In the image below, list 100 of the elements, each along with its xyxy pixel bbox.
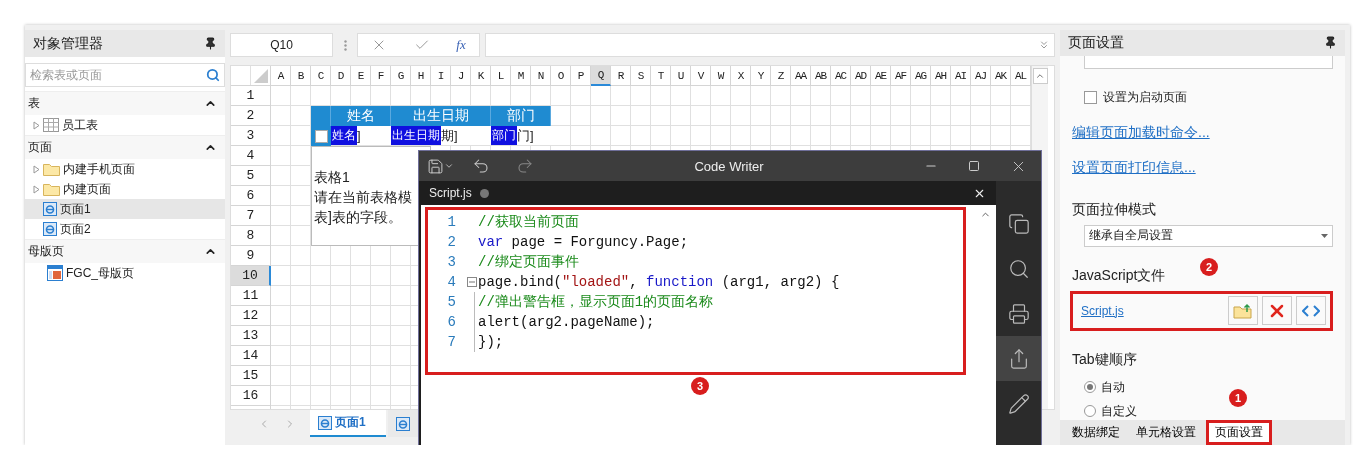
- header-cell: 出生日期: [391, 106, 491, 126]
- file-link[interactable]: Script.js: [1081, 303, 1224, 318]
- row-header[interactable]: 2: [231, 106, 271, 126]
- row-header[interactable]: 7: [231, 206, 271, 226]
- column-header[interactable]: AJ: [971, 66, 991, 86]
- panel-tab[interactable]: 数据绑定: [1066, 419, 1126, 445]
- note-text: 表格1: [314, 168, 351, 187]
- line-number: 1: [446, 214, 456, 230]
- section-title: 页面: [28, 139, 52, 156]
- callout-badge: 1: [1229, 389, 1247, 407]
- column-header[interactable]: Z: [771, 66, 791, 86]
- row-header[interactable]: 12: [231, 306, 271, 326]
- row-header[interactable]: 8: [231, 226, 271, 246]
- row-header[interactable]: 1: [231, 86, 271, 106]
- column-header[interactable]: AL: [1011, 66, 1031, 86]
- code-line: //绑定页面事件: [478, 253, 579, 271]
- column-header[interactable]: S: [631, 66, 651, 86]
- column-header[interactable]: B: [291, 66, 311, 86]
- cell-text: 门]: [517, 126, 534, 145]
- column-header[interactable]: AA: [791, 66, 811, 86]
- link[interactable]: 编辑页面加载时命令...: [1072, 123, 1333, 142]
- column-header[interactable]: L: [491, 66, 511, 86]
- line-number: 3: [446, 254, 456, 270]
- column-header[interactable]: R: [611, 66, 631, 86]
- column-header[interactable]: AE: [871, 66, 891, 86]
- column-header[interactable]: AG: [911, 66, 931, 86]
- column-header[interactable]: A: [271, 66, 291, 86]
- row-header[interactable]: 16: [231, 386, 271, 406]
- column-header[interactable]: P: [571, 66, 591, 86]
- code-line: //弹出警告框，显示页面1的页面名称: [478, 293, 714, 311]
- field-label: Tab键顺序: [1072, 350, 1137, 369]
- row-header[interactable]: 9: [231, 246, 271, 266]
- section-header[interactable]: 母版页: [25, 239, 225, 263]
- column-header[interactable]: J: [451, 66, 471, 86]
- column-header[interactable]: D: [331, 66, 351, 86]
- field-label: JavaScript文件: [1072, 266, 1166, 285]
- line-number: 7: [446, 334, 456, 350]
- line-number: 4: [446, 274, 456, 290]
- column-header[interactable]: AD: [851, 66, 871, 86]
- column-header[interactable]: AB: [811, 66, 831, 86]
- code-editor[interactable]: 1 //获取当前页面 2 var page = Forguncy.Page; 3 //绑定页面事件 4 page.bind("loaded", function (arg1, arg2) { 5 //弹出警告框，显示页面1的页面名称 6 alert(arg2.pageName); 7 });: [425, 207, 966, 375]
- column-header[interactable]: C: [311, 66, 331, 86]
- row-header[interactable]: 5: [231, 166, 271, 186]
- tree-item[interactable]: 员工表: [25, 115, 225, 135]
- code-line: //获取当前页面: [478, 213, 579, 231]
- column-header[interactable]: AF: [891, 66, 911, 86]
- column-header[interactable]: E: [351, 66, 371, 86]
- column-header[interactable]: F: [371, 66, 391, 86]
- code-line: });: [478, 334, 504, 350]
- column-header[interactable]: V: [691, 66, 711, 86]
- code-line: var page = Forguncy.Page;: [478, 234, 689, 250]
- panel-tab[interactable]: 单元格设置: [1130, 419, 1202, 445]
- insert-function-button[interactable]: fx: [456, 37, 466, 53]
- column-header[interactable]: AH: [931, 66, 951, 86]
- column-header[interactable]: Y: [751, 66, 771, 86]
- column-header[interactable]: U: [671, 66, 691, 86]
- column-header[interactable]: AI: [951, 66, 971, 86]
- search-field[interactable]: 检索表或页面: [25, 63, 225, 87]
- panel-tab[interactable]: 页面设置: [1206, 419, 1272, 445]
- section-header[interactable]: 表: [25, 91, 225, 115]
- sheet-tab[interactable]: 页面1: [310, 410, 386, 437]
- panel-title: 页面设置: [1068, 33, 1124, 52]
- column-header[interactable]: N: [531, 66, 551, 86]
- row-header[interactable]: 4: [231, 146, 271, 166]
- field-label: 姓名: [331, 126, 357, 145]
- column-header[interactable]: AC: [831, 66, 851, 86]
- tree-item[interactable]: FGC_母版页: [25, 263, 225, 283]
- row-header[interactable]: 15: [231, 366, 271, 386]
- checkbox-label: 设置为启动页面: [1103, 88, 1187, 106]
- note-text: 表]表的字段。: [314, 208, 403, 227]
- stretch-mode-dropdown[interactable]: 继承自全局设置: [1084, 224, 1333, 247]
- row-header[interactable]: 14: [231, 346, 271, 366]
- column-header[interactable]: G: [391, 66, 411, 86]
- column-header[interactable]: AK: [991, 66, 1011, 86]
- section-title: 表: [28, 95, 40, 112]
- column-header[interactable]: M: [511, 66, 531, 86]
- row-header[interactable]: 10: [231, 266, 271, 286]
- row-header[interactable]: 13: [231, 326, 271, 346]
- row-header[interactable]: 11: [231, 286, 271, 306]
- line-number: 2: [446, 234, 456, 250]
- section-header[interactable]: 页面: [25, 135, 225, 159]
- field-label: 部门: [491, 126, 517, 145]
- column-header[interactable]: Q: [591, 66, 611, 86]
- column-header[interactable]: W: [711, 66, 731, 86]
- column-header[interactable]: I: [431, 66, 451, 86]
- column-header[interactable]: X: [731, 66, 751, 86]
- link[interactable]: 设置页面打印信息...: [1072, 158, 1333, 177]
- column-header[interactable]: O: [551, 66, 571, 86]
- tree-item[interactable]: 内建手机页面: [25, 159, 225, 179]
- header-cell: 姓名: [331, 106, 391, 126]
- row-header[interactable]: 3: [231, 126, 271, 146]
- tree-item[interactable]: 页面1: [25, 199, 225, 219]
- column-header[interactable]: K: [471, 66, 491, 86]
- row-header[interactable]: 6: [231, 186, 271, 206]
- tree-item[interactable]: 页面2: [25, 219, 225, 239]
- column-header[interactable]: T: [651, 66, 671, 86]
- cell-name-box[interactable]: Q10: [230, 33, 333, 57]
- tree-item[interactable]: 内建页面: [25, 179, 225, 199]
- line-number: 5: [446, 294, 456, 310]
- column-header[interactable]: H: [411, 66, 431, 86]
